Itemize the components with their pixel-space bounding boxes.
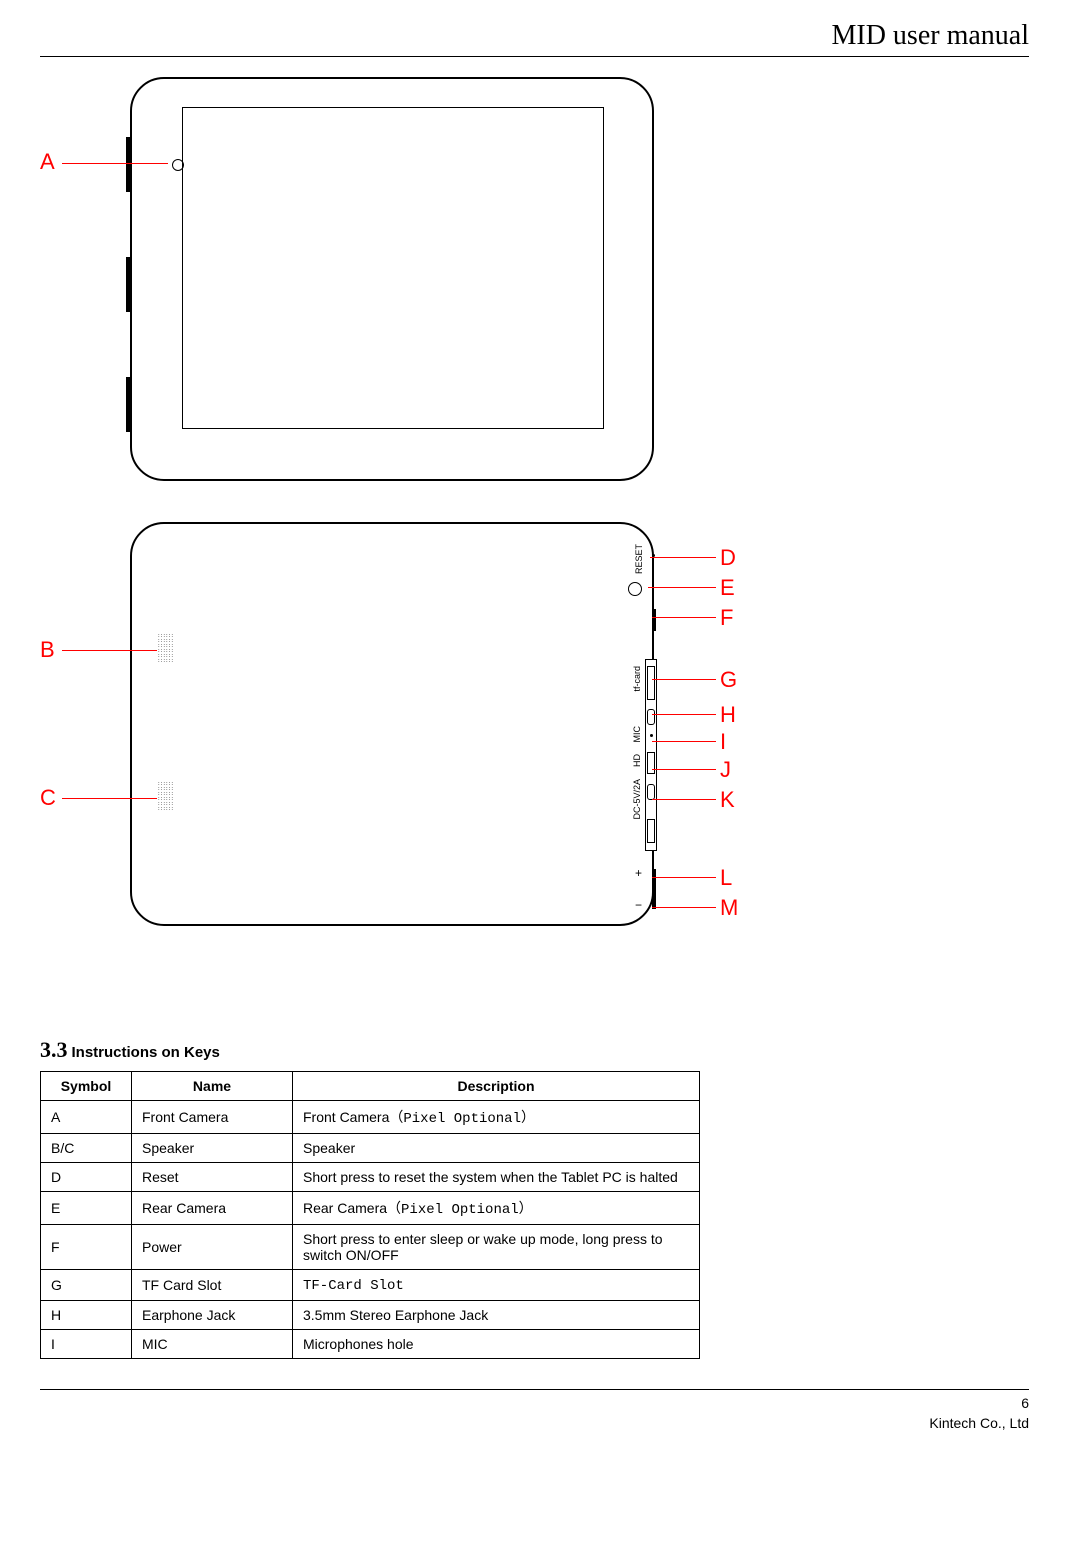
cell-name: Speaker [132,1134,293,1163]
port-label-tfcard: tf-card [632,666,642,692]
front-camera-icon [172,159,184,171]
leader-line [652,799,716,800]
table-row: AFront CameraFront Camera（Pixel Optional… [41,1101,700,1134]
col-header-symbol: Symbol [41,1072,132,1101]
leader-line [650,557,716,558]
cell-name: TF Card Slot [132,1270,293,1301]
leader-line [652,877,716,878]
leader-line [652,679,716,680]
device-diagram: A :::::: :::::: :::::: :::::: :::::: :::… [40,77,1029,997]
table-row: DResetShort press to reset the system wh… [41,1163,700,1192]
cell-description: Front Camera（Pixel Optional） [293,1101,700,1134]
leader-line [652,769,716,770]
rear-camera-icon [628,582,642,596]
callout-label-l: L [720,865,732,891]
header-rule [40,56,1029,57]
callout-label-k: K [720,787,735,813]
table-row: HEarphone Jack3.5mm Stereo Earphone Jack [41,1301,700,1330]
speaker-grill-icon: :::::: :::::: :::::: :::::: :::::: :::::… [158,782,180,812]
cell-symbol: D [41,1163,132,1192]
callout-label-b: B [40,637,55,663]
dc-port-icon [647,784,655,800]
page-number: 6 [40,1394,1029,1414]
port-label-mic: MIC [632,726,642,743]
leader-line [652,714,716,715]
earphone-jack-icon [647,709,655,725]
callout-label-c: C [40,785,56,811]
cell-description: Microphones hole [293,1330,700,1359]
minus-icon: − [635,898,642,912]
device-screen [182,107,604,429]
power-button-icon [652,609,656,631]
table-row: FPowerShort press to enter sleep or wake… [41,1225,700,1270]
callout-label-i: I [720,729,726,755]
table-header-row: Symbol Name Description [41,1072,700,1101]
cell-name: Front Camera [132,1101,293,1134]
cell-name: Earphone Jack [132,1301,293,1330]
callout-label-m: M [720,895,738,921]
cell-description: Speaker [293,1134,700,1163]
callout-label-d: D [720,545,736,571]
side-button-icon [126,257,130,312]
speaker-grill-icon: :::::: :::::: :::::: :::::: :::::: :::::… [158,634,180,664]
volume-rocker-icon [652,869,656,909]
table-row: GTF Card SlotTF-Card Slot [41,1270,700,1301]
keys-table: Symbol Name Description AFront CameraFro… [40,1071,700,1359]
section-heading: 3.3 Instructions on Keys [40,1037,1029,1063]
footer-company: Kintech Co., Ltd [40,1414,1029,1434]
callout-label-g: G [720,667,737,693]
port-label-hd: HD [632,754,642,767]
device-rear-outline: :::::: :::::: :::::: :::::: :::::: :::::… [130,522,654,926]
section-title: Instructions on Keys [72,1044,220,1061]
leader-line [652,907,716,908]
callout-label-h: H [720,702,736,728]
col-header-description: Description [293,1072,700,1101]
cell-description: Short press to reset the system when the… [293,1163,700,1192]
table-row: IMICMicrophones hole [41,1330,700,1359]
table-row: ERear CameraRear Camera（Pixel Optional） [41,1192,700,1225]
cell-symbol: B/C [41,1134,132,1163]
callout-label-j: J [720,757,731,783]
cell-symbol: F [41,1225,132,1270]
page-header-title: MID user manual [40,20,1029,52]
cell-symbol: E [41,1192,132,1225]
cell-name: Reset [132,1163,293,1192]
cell-description: 3.5mm Stereo Earphone Jack [293,1301,700,1330]
leader-line [652,741,716,742]
hd-port-icon [647,752,655,774]
cell-name: MIC [132,1330,293,1359]
side-button-icon [126,137,130,192]
cell-description: Short press to enter sleep or wake up mo… [293,1225,700,1270]
leader-line [62,798,157,799]
device-front-outline [130,77,654,481]
leader-line [648,587,716,588]
cell-symbol: I [41,1330,132,1359]
callout-label-a: A [40,149,55,175]
plus-icon: + [635,866,642,880]
leader-line [62,650,157,651]
cell-description: Rear Camera（Pixel Optional） [293,1192,700,1225]
leader-line [652,617,716,618]
side-button-icon [126,377,130,432]
mic-hole-icon [650,734,653,737]
cell-name: Rear Camera [132,1192,293,1225]
cell-symbol: H [41,1301,132,1330]
cell-symbol: G [41,1270,132,1301]
cell-name: Power [132,1225,293,1270]
col-header-name: Name [132,1072,293,1101]
callout-label-f: F [720,605,733,631]
leader-line [62,163,168,164]
port-label-dc: DC-5V/2A [632,779,642,820]
cell-symbol: A [41,1101,132,1134]
cell-description: TF-Card Slot [293,1270,700,1301]
section-number: 3.3 [40,1037,68,1062]
port-label-reset: RESET [634,544,644,574]
table-row: B/CSpeakerSpeaker [41,1134,700,1163]
page-footer: 6 Kintech Co., Ltd [40,1389,1029,1433]
tf-slot-icon [647,666,655,700]
usb-port-icon [647,819,655,843]
callout-label-e: E [720,575,735,601]
